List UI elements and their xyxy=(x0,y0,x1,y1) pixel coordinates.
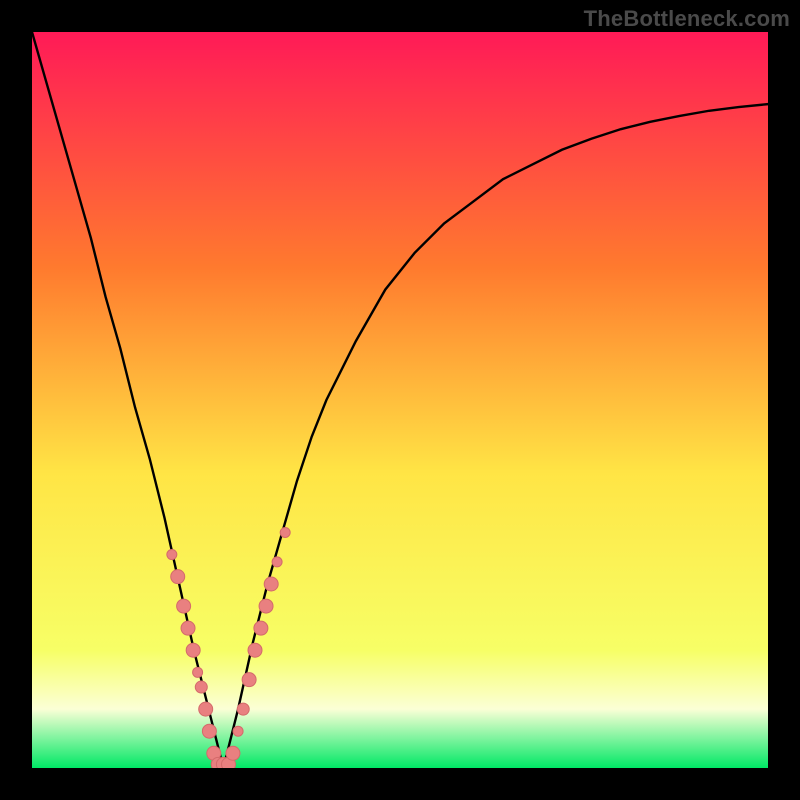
marker-point xyxy=(171,570,185,584)
watermark-text: TheBottleneck.com xyxy=(584,6,790,32)
marker-point xyxy=(186,643,200,657)
marker-point xyxy=(167,550,177,560)
marker-point xyxy=(237,703,249,715)
marker-point xyxy=(248,643,262,657)
marker-point xyxy=(264,577,278,591)
marker-point xyxy=(199,702,213,716)
curve-line xyxy=(32,32,768,768)
marker-point xyxy=(195,681,207,693)
marker-point xyxy=(233,726,243,736)
chart-frame: TheBottleneck.com xyxy=(0,0,800,800)
marker-point xyxy=(259,599,273,613)
marker-point xyxy=(254,621,268,635)
chart-canvas xyxy=(32,32,768,768)
marker-point xyxy=(177,599,191,613)
marker-point xyxy=(181,621,195,635)
marker-point xyxy=(193,667,203,677)
marker-group xyxy=(167,527,290,768)
marker-point xyxy=(226,746,240,760)
marker-point xyxy=(280,527,290,537)
marker-point xyxy=(272,557,282,567)
marker-point xyxy=(202,724,216,738)
marker-point xyxy=(242,673,256,687)
plot-area xyxy=(32,32,768,768)
